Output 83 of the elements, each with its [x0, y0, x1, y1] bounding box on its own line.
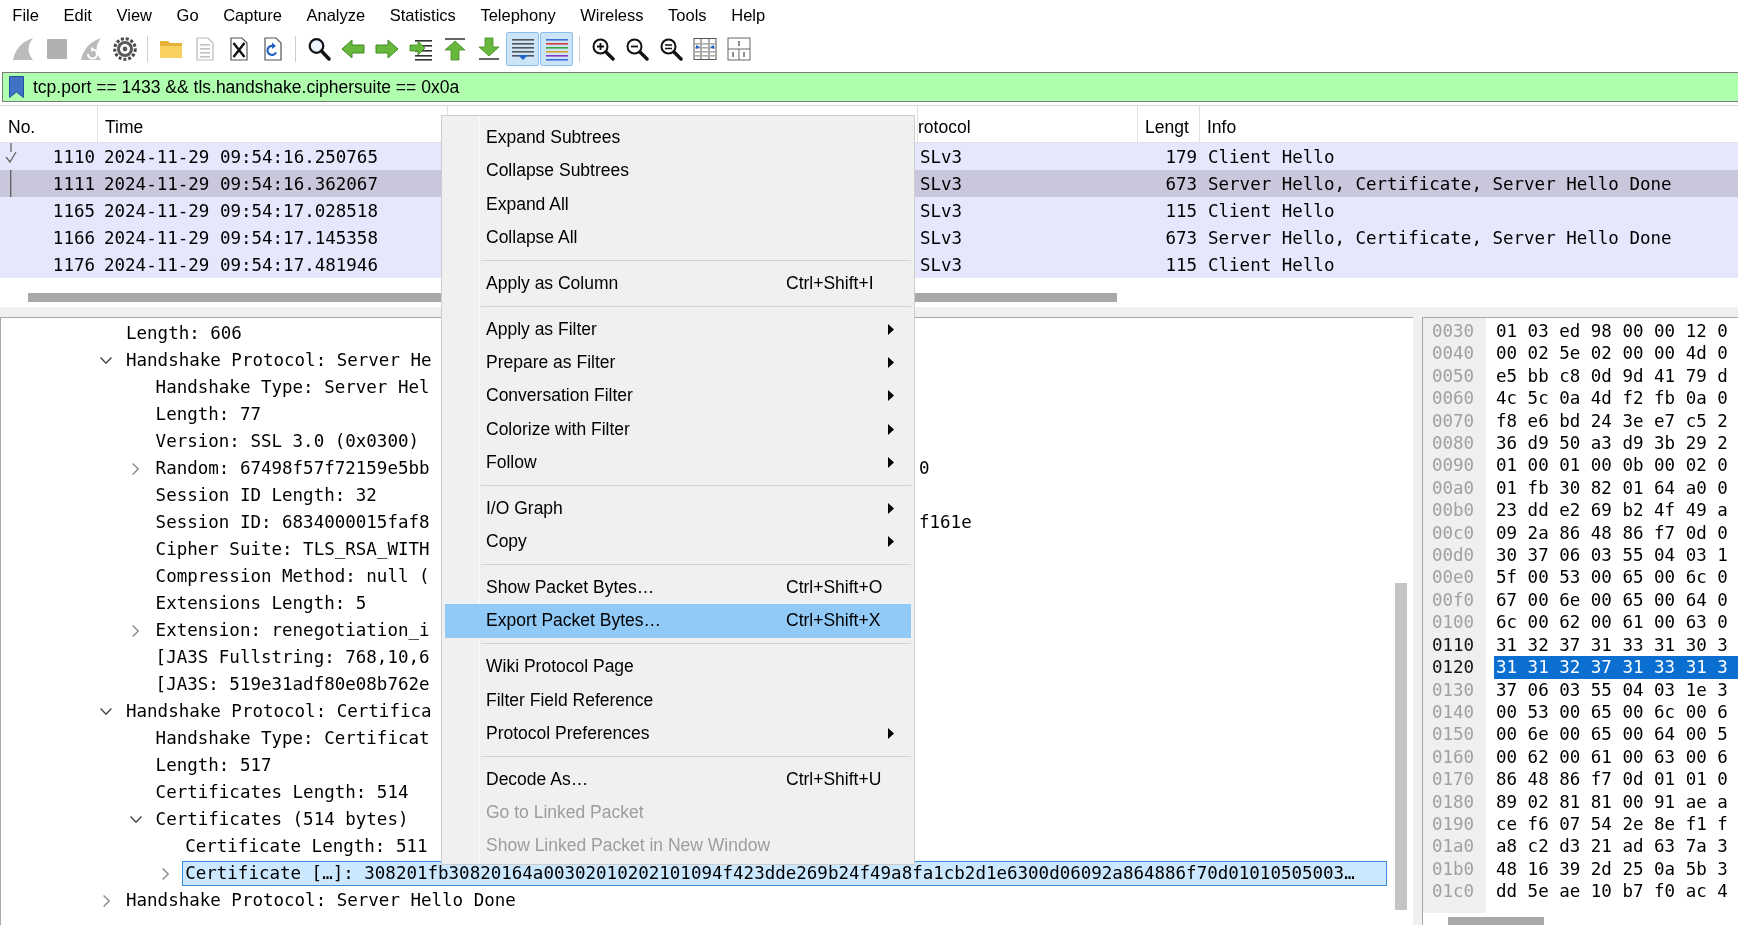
table-cell-text: SLv3: [919, 253, 963, 277]
table-cell-text: 1111: [52, 172, 95, 196]
hex-bytes: 89 02 81 81 00 91 ae a: [1495, 790, 1728, 813]
hex-offset: 0120: [1431, 656, 1475, 679]
hex-bytes: dd 5e ae 10 b7 f0 ac 4: [1495, 880, 1728, 903]
hex-offset: 00a0: [1431, 476, 1475, 500]
table-cell-text: 2024-11-29 09:54:17.028518: [103, 199, 378, 223]
hex-offset: 0140: [1431, 700, 1475, 724]
hex-bytes: 4c 5c 0a 4d f2 fb 0a 0: [1495, 387, 1728, 410]
hex-offset: 0080: [1431, 432, 1475, 455]
hex-bytes: 00 6e 00 65 00 64 00 5: [1495, 723, 1728, 746]
table-cell-text: 179: [1165, 145, 1198, 169]
shortcut-label: Ctrl+Shift+U: [786, 768, 882, 790]
hex-offset: 0050: [1431, 364, 1475, 388]
table-cell-text: 673: [1165, 226, 1198, 250]
table-cell-text: 115: [1165, 253, 1198, 277]
hex-bytes: 00 53 00 65 00 6c 00 6: [1495, 700, 1728, 724]
hex-offset: 0190: [1431, 812, 1475, 836]
table-cell-text: Server Hello, Certificate, Server Hello Done: [1207, 226, 1672, 250]
table-cell-text: Client Hello: [1207, 145, 1335, 169]
hex-offset: 00b0: [1431, 499, 1475, 522]
hex-offset: 0060: [1431, 387, 1475, 410]
table-cell-text: SLv3: [919, 145, 963, 169]
hex-bytes: 01 fb 30 82 01 64 a0 0: [1495, 476, 1728, 500]
hex-offset: 0160: [1431, 745, 1475, 769]
hex-bytes: 86 48 86 f7 0d 01 01 0: [1495, 768, 1728, 791]
hex-bytes: 48 16 39 2d 25 0a 5b 3: [1495, 857, 1728, 881]
hex-bytes: f8 e6 bd 24 3e e7 c5 2: [1495, 409, 1728, 433]
hex-bytes: 30 37 06 03 55 04 03 1: [1495, 544, 1728, 567]
hex-offset: 0040: [1431, 342, 1475, 365]
tree-item-text: 0: [919, 457, 930, 480]
table-cell-text: 2024-11-29 09:54:17.145358: [103, 226, 378, 250]
table-cell-text: 1176: [52, 253, 95, 277]
hex-bytes: a8 c2 d3 21 ad 63 7a 3: [1495, 835, 1728, 858]
hex-offset: 0180: [1431, 790, 1475, 813]
table-cell-text: Client Hello: [1207, 199, 1335, 223]
hex-bytes: 31 31 32 37 31 33 31 3: [1494, 656, 1738, 679]
table-cell-text: 1165: [52, 199, 95, 223]
hex-offset: 01b0: [1431, 857, 1475, 881]
hex-offset: 01c0: [1431, 880, 1475, 903]
hex-bytes: 00 02 5e 02 00 00 4d 0: [1495, 342, 1728, 365]
tree-item-text: f161e: [919, 511, 972, 534]
table-cell-text: 1110: [52, 145, 95, 169]
table-cell-text: 2024-11-29 09:54:17.481946: [103, 253, 378, 277]
hex-bytes: 23 dd e2 69 b2 4f 49 a: [1495, 499, 1728, 522]
shortcut-label: Ctrl+Shift+X: [786, 610, 881, 632]
table-cell-text: SLv3: [919, 172, 963, 196]
shortcut-label: Ctrl+Shift+O: [786, 577, 883, 599]
table-cell-text: Client Hello: [1207, 253, 1335, 277]
hex-bytes: 67 00 6e 00 65 00 64 0: [1495, 588, 1728, 612]
hex-bytes: 6c 00 62 00 61 00 63 0: [1495, 611, 1728, 634]
table-cell-text: 115: [1165, 199, 1198, 223]
hex-bytes: 36 d9 50 a3 d9 3b 29 2: [1495, 432, 1728, 455]
hex-bytes: 00 62 00 61 00 63 00 6: [1495, 745, 1728, 769]
hex-bytes: 31 32 37 31 33 31 30 3: [1495, 633, 1728, 657]
table-cell-text: Server Hello, Certificate, Server Hello Done: [1207, 172, 1672, 196]
table-cell-text: SLv3: [919, 199, 963, 223]
hex-offset: 00c0: [1431, 521, 1475, 545]
hex-bytes: 09 2a 86 48 86 f7 0d 0: [1495, 521, 1728, 545]
hex-bytes: 5f 00 53 00 65 00 6c 0: [1495, 566, 1728, 589]
hex-offset: 0100: [1431, 611, 1475, 634]
hex-offset: 0110: [1431, 633, 1475, 657]
table-cell-text: SLv3: [919, 226, 963, 250]
hex-bytes: 37 06 03 55 04 03 1e 3: [1495, 678, 1728, 701]
hex-bytes: 01 03 ed 98 00 00 12 0: [1495, 320, 1728, 343]
hex-bytes: 01 00 01 00 0b 00 02 0: [1495, 454, 1728, 477]
hex-offset: 00e0: [1431, 566, 1475, 589]
table-cell-text: 1166: [52, 226, 95, 250]
table-cell-text: 673: [1165, 172, 1198, 196]
hex-offset: 0030: [1431, 320, 1475, 343]
hex-bytes: ce f6 07 54 2e 8e f1 f: [1495, 812, 1728, 836]
table-cell-text: 2024-11-29 09:54:16.250765: [103, 145, 378, 169]
hex-offset: 0150: [1431, 723, 1475, 746]
hex-offset: 00d0: [1431, 544, 1475, 567]
hex-offset: 0170: [1431, 768, 1475, 791]
hex-offset: 00f0: [1431, 588, 1475, 612]
hex-offset: 0130: [1431, 678, 1475, 701]
shortcut-label: Ctrl+Shift+I: [786, 272, 874, 294]
hex-offset: 01a0: [1431, 835, 1475, 858]
table-cell-text: 2024-11-29 09:54:16.362067: [103, 172, 378, 196]
hex-offset: 0090: [1431, 454, 1475, 477]
hex-bytes: e5 bb c8 0d 9d 41 79 d: [1495, 364, 1728, 388]
hex-offset: 0070: [1431, 409, 1475, 433]
